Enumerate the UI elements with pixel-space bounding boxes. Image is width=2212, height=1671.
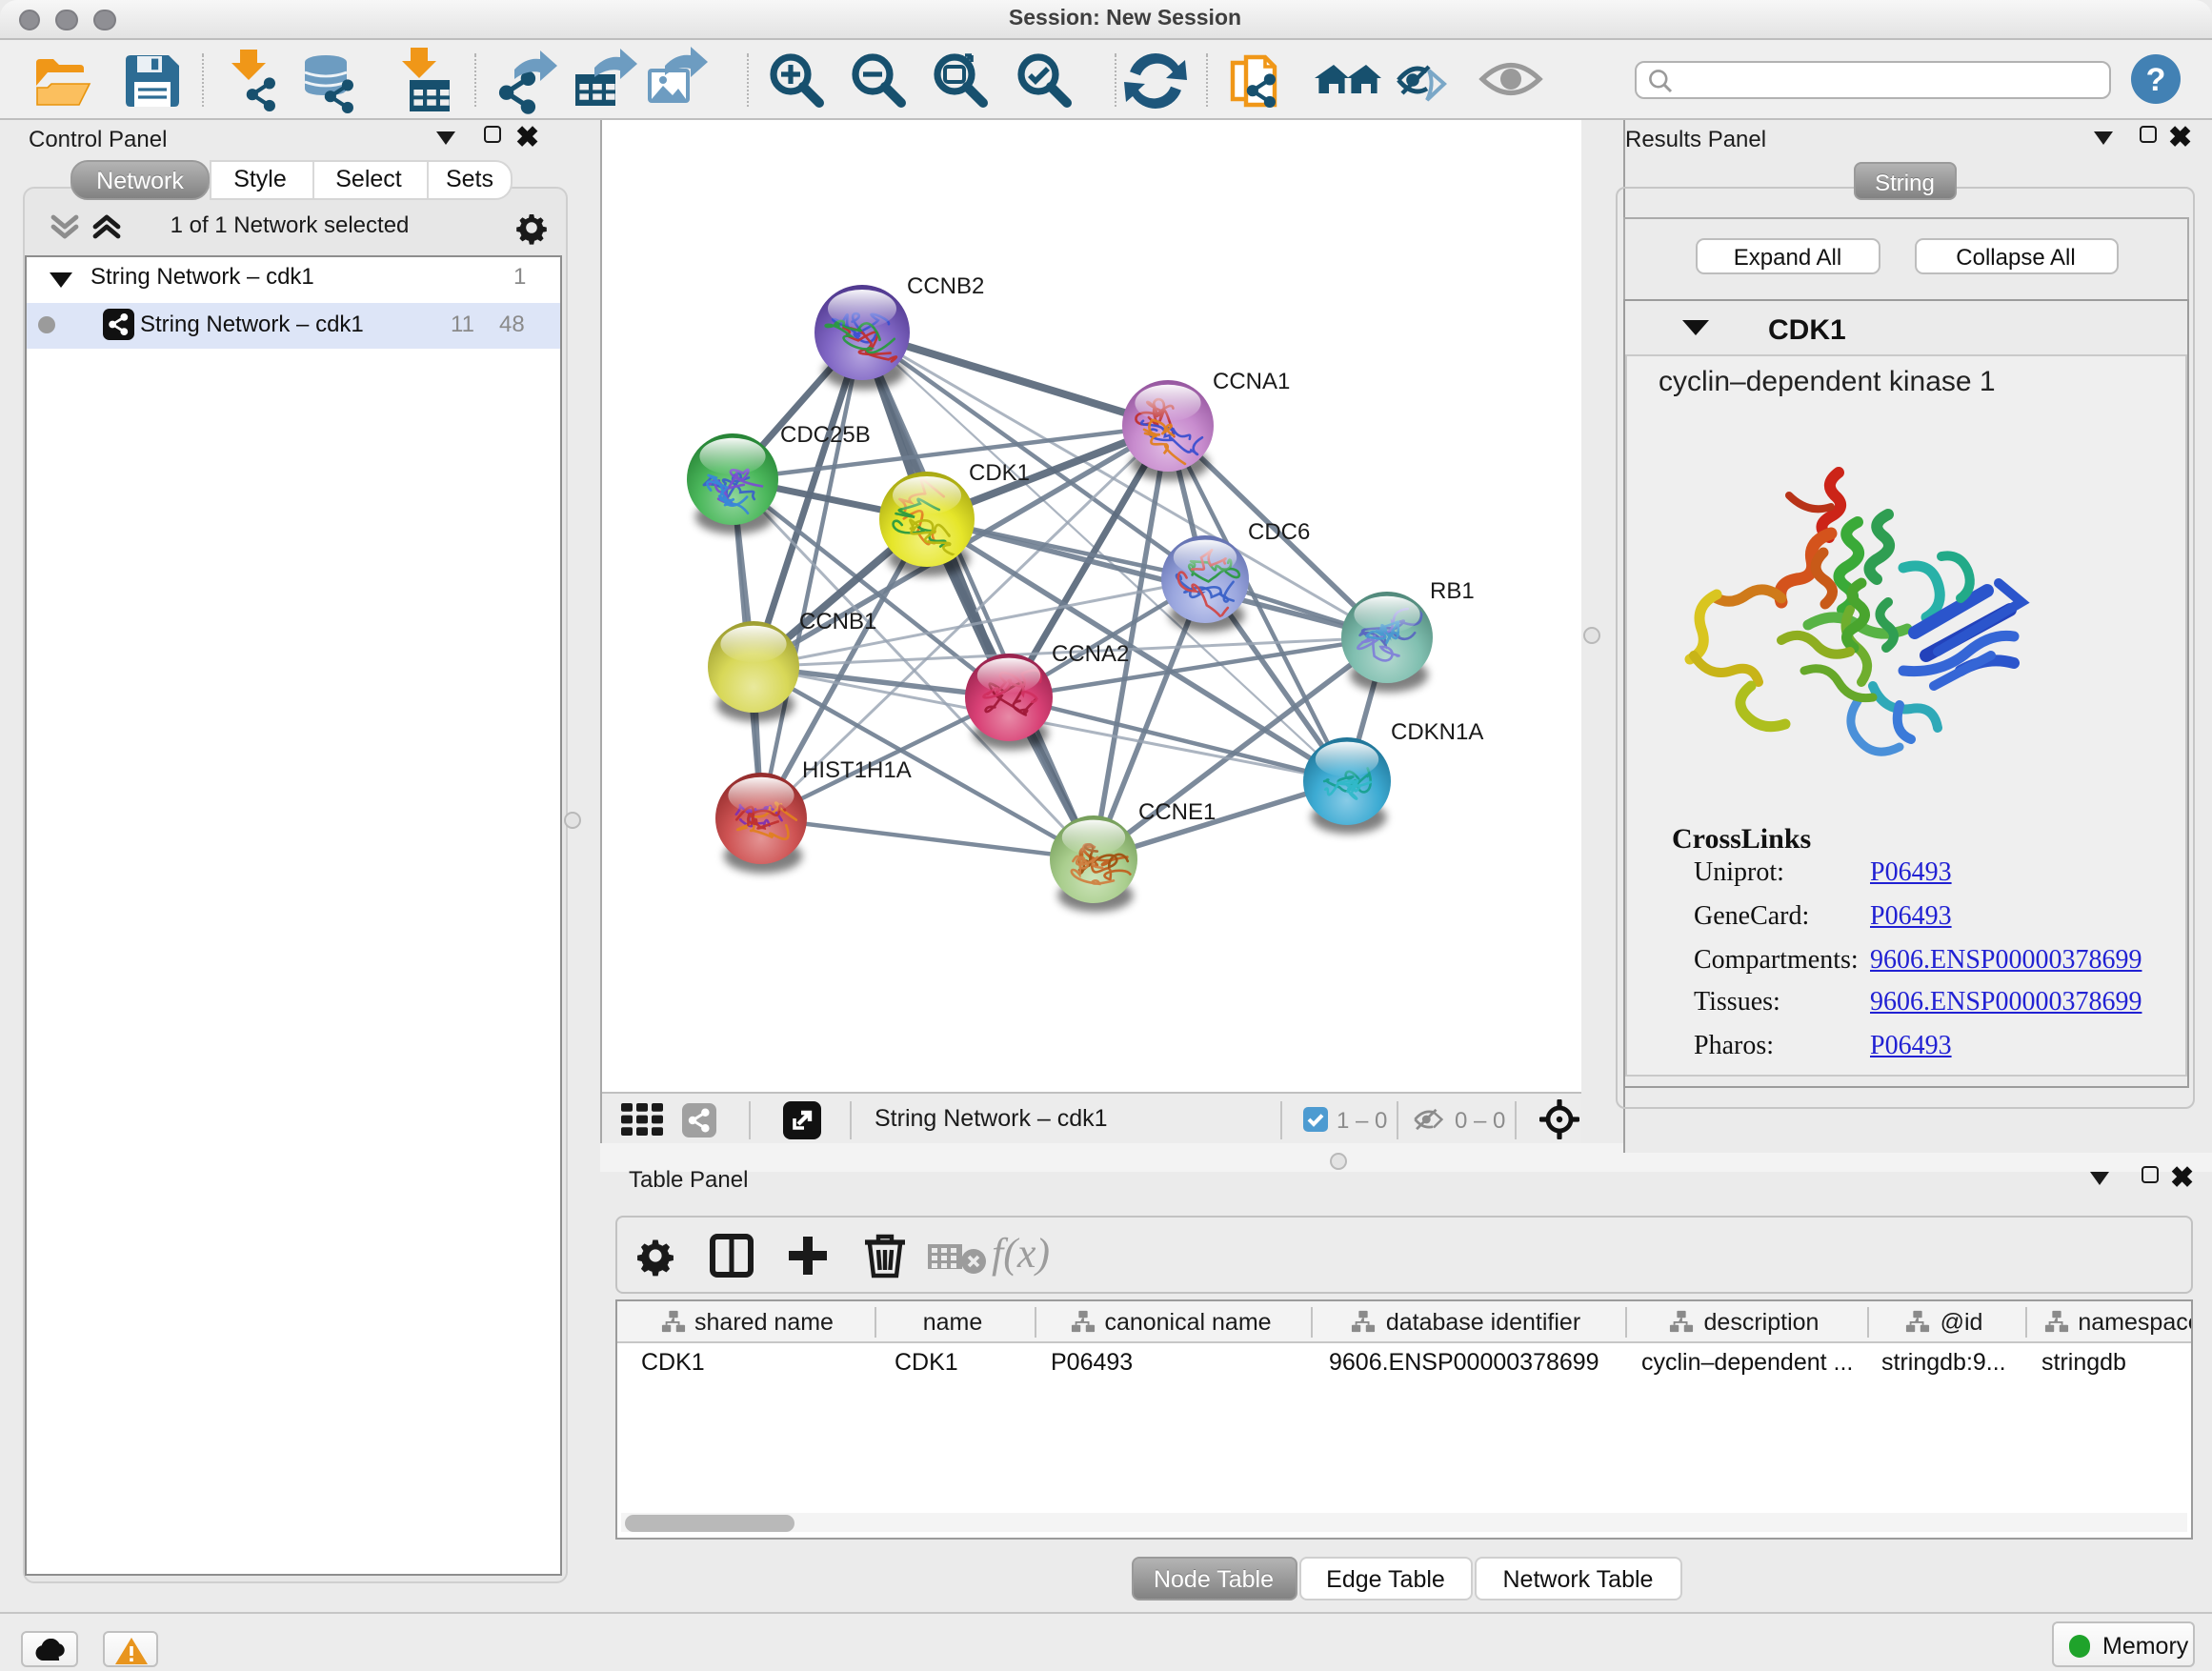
- svg-text:CDK1: CDK1: [968, 460, 1029, 486]
- svg-text:HIST1H1A: HIST1H1A: [801, 757, 911, 783]
- svg-text:CDKN1A: CDKN1A: [1390, 719, 1482, 745]
- svg-text:CCNB2: CCNB2: [906, 273, 983, 299]
- svg-text:CDC6: CDC6: [1247, 519, 1309, 545]
- svg-text:CDC25B: CDC25B: [779, 422, 870, 448]
- svg-text:RB1: RB1: [1429, 578, 1474, 604]
- svg-text:CCNB1: CCNB1: [798, 609, 875, 634]
- svg-text:CCNA2: CCNA2: [1051, 641, 1128, 667]
- svg-text:CCNE1: CCNE1: [1137, 799, 1215, 825]
- svg-text:?: ?: [2146, 61, 2166, 97]
- svg-text:CCNA1: CCNA1: [1212, 369, 1289, 394]
